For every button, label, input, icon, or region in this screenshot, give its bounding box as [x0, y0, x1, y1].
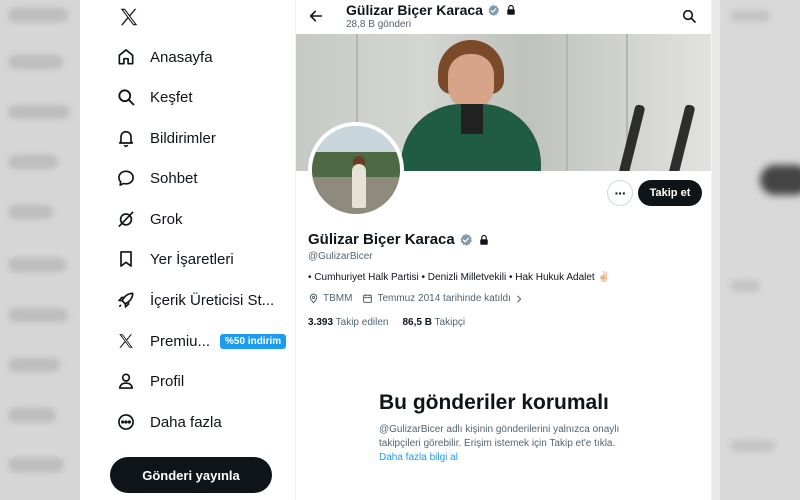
joined-item[interactable]: Temmuz 2014 tarihinde katıldı [362, 293, 527, 304]
profile-name: Gülizar Biçer Karaca [308, 231, 455, 248]
following-label: Takip edilen [335, 317, 389, 328]
sidebar-item-profile[interactable]: Profil [116, 366, 184, 396]
post-count: 28,8 B gönderi [346, 19, 412, 30]
calendar-icon [363, 294, 373, 303]
profile-header: Gülizar Biçer Karaca 28,8 B gönderi [296, 0, 711, 34]
grok-icon [116, 209, 136, 229]
more-circle-icon [116, 412, 136, 432]
discount-badge: %50 indirim [220, 333, 287, 349]
post-button[interactable]: Gönderi yayınla [110, 457, 272, 493]
header-title: Gülizar Biçer Karaca [346, 2, 517, 18]
sidebar-item-label: Profil [150, 372, 185, 390]
learn-more-link[interactable]: Daha fazla bilgi al [379, 452, 458, 463]
profile-stats: 3.393 Takip edilen 86,5 B Takipçi [308, 317, 479, 328]
bookmark-icon [116, 249, 136, 269]
sidebar-item-bookmarks[interactable]: Yer İşaretleri [116, 244, 234, 274]
blurred-background-left [0, 0, 80, 500]
lock-icon [480, 234, 488, 245]
sidebar-item-grok[interactable]: Grok [116, 204, 183, 234]
followers-stat[interactable]: 86,5 B Takipçi [402, 317, 465, 328]
profile-column: Gülizar Biçer Karaca 28,8 B gönderi ··· … [295, 0, 712, 500]
sidebar-item-home[interactable]: Anasayfa [116, 42, 213, 72]
sidebar-item-more[interactable]: Daha fazla [116, 407, 222, 437]
profile-name-row: Gülizar Biçer Karaca [308, 231, 490, 248]
sidebar-item-label: İçerik Üreticisi St... [150, 291, 275, 309]
protected-title: Bu gönderiler korumalı [379, 391, 609, 414]
following-stat[interactable]: 3.393 Takip edilen [308, 317, 388, 328]
location-pin-icon [309, 293, 318, 304]
sidebar-item-premium[interactable]: Premiu... %50 indirim [116, 326, 287, 356]
profile-bio: • Cumhuriyet Halk Partisi • Denizli Mill… [308, 272, 610, 283]
protected-text: @GulizarBicer adlı kişinin gönderilerini… [379, 424, 620, 449]
header-name: Gülizar Biçer Karaca [346, 2, 483, 18]
blurred-background-right [720, 0, 800, 500]
followers-count: 86,5 B [402, 317, 432, 328]
sidebar: Anasayfa Keşfet Bildirimler Sohbet Grok … [80, 0, 295, 500]
lock-icon [507, 4, 515, 15]
search-icon[interactable] [681, 8, 697, 24]
sidebar-item-label: Grok [150, 210, 183, 228]
chevron-right-icon [517, 295, 522, 302]
rocket-icon [116, 290, 136, 310]
sidebar-item-label: Premiu... [150, 332, 211, 350]
follow-button[interactable]: Takip et [638, 180, 702, 206]
chat-icon [116, 168, 136, 188]
joined-text: Temmuz 2014 tarihinde katıldı [377, 293, 511, 304]
x-logo-icon [116, 331, 136, 351]
sidebar-item-notifications[interactable]: Bildirimler [116, 123, 216, 153]
sidebar-item-label: Keşfet [150, 88, 193, 106]
sidebar-item-label: Anasayfa [150, 48, 213, 66]
more-options-button[interactable]: ··· [607, 180, 633, 206]
home-icon [116, 47, 136, 67]
bell-icon [116, 128, 136, 148]
profile-handle: @GulizarBicer [308, 251, 373, 262]
profile-meta: TBMM Temmuz 2014 tarihinde katıldı [308, 293, 538, 304]
location-item: TBMM [308, 293, 352, 304]
avatar[interactable] [308, 122, 404, 218]
back-arrow-icon[interactable] [308, 8, 324, 24]
sidebar-item-chat[interactable]: Sohbet [116, 163, 198, 193]
sidebar-item-label: Daha fazla [150, 413, 222, 431]
followers-label: Takipçi [434, 317, 466, 328]
location-text: TBMM [323, 293, 353, 304]
sidebar-item-label: Sohbet [150, 169, 198, 187]
x-logo-icon[interactable] [118, 6, 140, 28]
verified-badge-icon [460, 233, 472, 246]
protected-message: @GulizarBicer adlı kişinin gönderilerini… [379, 423, 629, 465]
search-icon [116, 87, 136, 107]
sidebar-item-label: Yer İşaretleri [150, 250, 234, 268]
following-count: 3.393 [308, 317, 334, 328]
sidebar-item-label: Bildirimler [150, 129, 216, 147]
sidebar-item-creator-studio[interactable]: İçerik Üreticisi St... [116, 285, 274, 315]
sidebar-item-explore[interactable]: Keşfet [116, 82, 193, 112]
verified-badge-icon [488, 4, 499, 16]
person-icon [116, 371, 136, 391]
